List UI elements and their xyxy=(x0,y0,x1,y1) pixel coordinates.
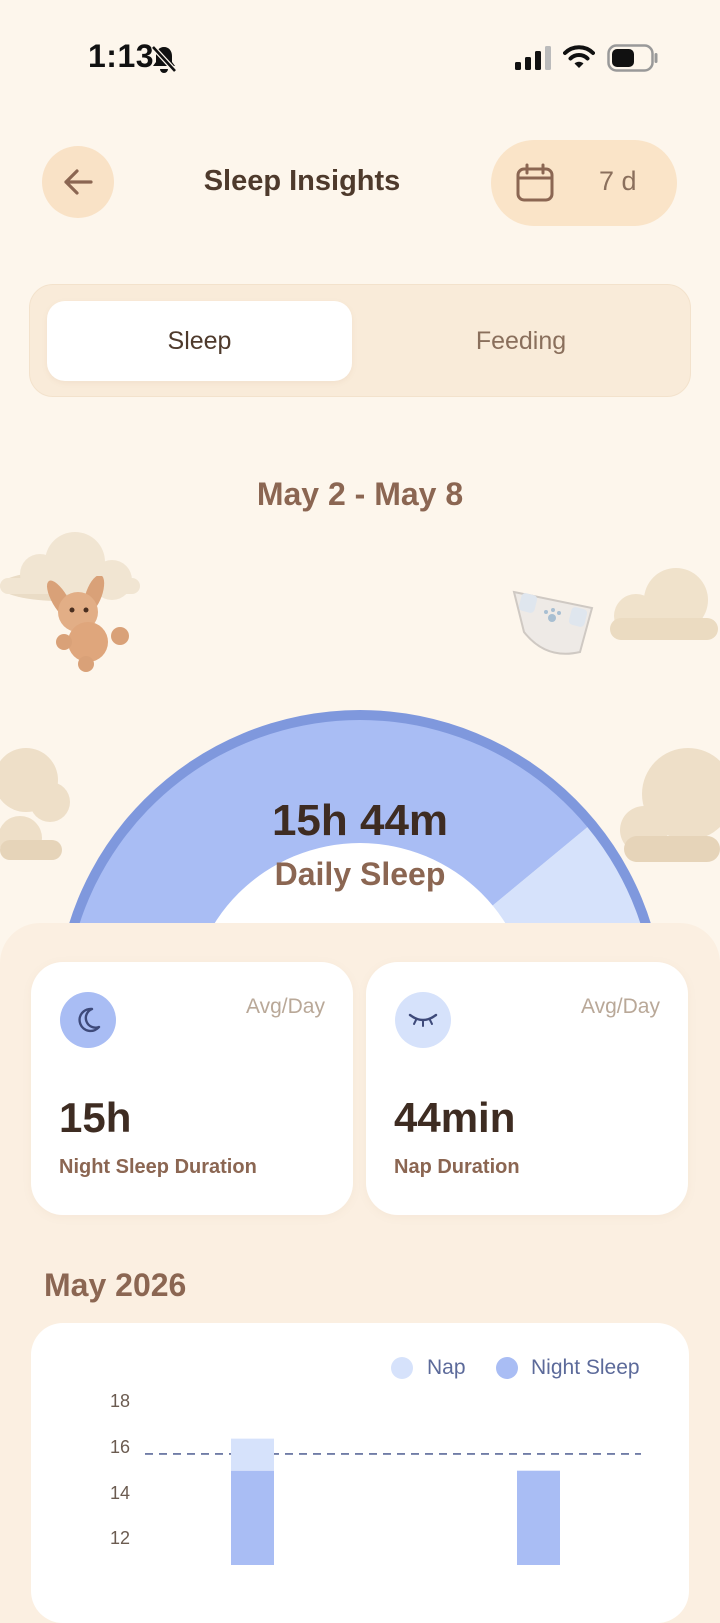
nap-value: 44min xyxy=(394,1094,516,1141)
status-time: 1:13 xyxy=(88,38,155,74)
per-day-label: Avg/Day xyxy=(581,995,660,1018)
night-sleep-bar[interactable] xyxy=(517,1470,560,1565)
night-sleep-bar[interactable] xyxy=(231,1470,274,1565)
silent-bell-icon xyxy=(151,45,177,73)
tab-feeding[interactable]: Feeding xyxy=(366,301,676,381)
closed-eye-icon xyxy=(395,992,451,1048)
night-sleep-card[interactable]: Avg/Day 15h Night Sleep Duration xyxy=(31,962,353,1215)
signal-icon xyxy=(515,46,551,70)
moon-icon xyxy=(60,992,116,1048)
segmented-control: Sleep Feeding xyxy=(29,284,691,397)
date-range-title: May 2 - May 8 xyxy=(256,476,464,512)
battery-icon xyxy=(607,44,658,72)
wifi-icon xyxy=(563,45,595,68)
sleep-bar-chart xyxy=(145,1438,641,1565)
tab-sleep[interactable]: Sleep xyxy=(47,301,352,381)
per-day-label: Avg/Day xyxy=(246,995,325,1018)
daily-sleep-label: Daily Sleep xyxy=(274,856,446,892)
chart-section-title: May 2026 xyxy=(44,1267,187,1303)
calendar-icon xyxy=(516,163,554,202)
night-sleep-value: 15h xyxy=(59,1094,132,1141)
nap-bar[interactable] xyxy=(231,1438,274,1471)
daily-sleep-value: 15h 44m xyxy=(271,796,449,845)
date-range-button[interactable]: 7 d xyxy=(491,140,677,226)
sleep-chart-card: Nap Night Sleep 18 16 14 12 xyxy=(31,1323,689,1623)
nap-card[interactable]: Avg/Day 44min Nap Duration xyxy=(366,962,688,1215)
nap-label: Nap Duration xyxy=(394,1156,520,1178)
range-label: 7 d xyxy=(599,166,637,196)
night-sleep-label: Night Sleep Duration xyxy=(59,1156,257,1178)
